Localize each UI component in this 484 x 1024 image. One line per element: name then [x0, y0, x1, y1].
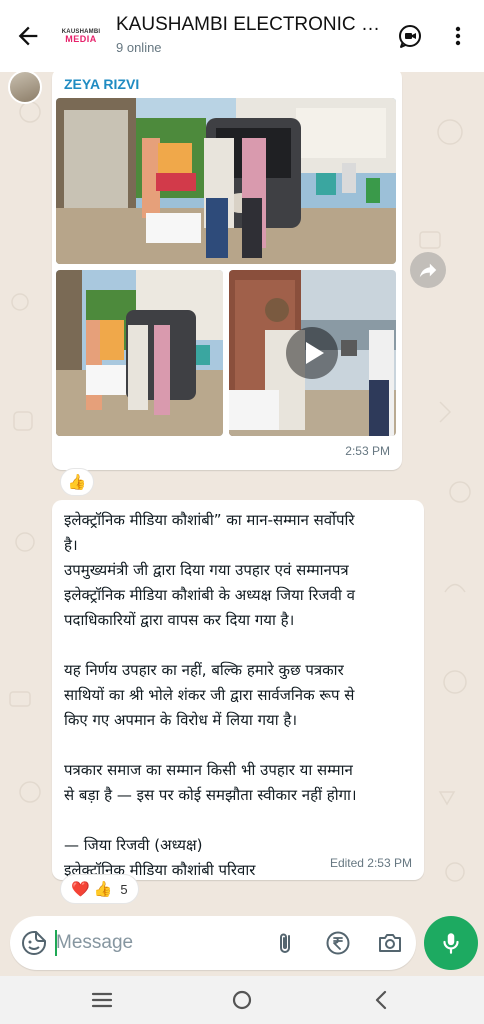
video-thumbnail[interactable]: [229, 270, 396, 436]
reaction-count: 5: [120, 881, 128, 897]
chat-area[interactable]: ZEYA RIZVI 2:53 PM 👍 इलेक्ट्रॉनिक मीडिया…: [0, 72, 484, 904]
thumbs-up-reaction: 👍: [93, 880, 113, 898]
sender-name[interactable]: ZEYA RIZVI: [64, 76, 139, 92]
attach-icon[interactable]: [272, 929, 300, 957]
nav-back-icon[interactable]: [368, 986, 396, 1014]
nav-home-icon[interactable]: [228, 986, 256, 1014]
photo-main[interactable]: [56, 98, 396, 264]
thumbs-up-reaction: 👍: [67, 473, 87, 491]
emoji-sticker-icon[interactable]: [20, 929, 48, 957]
forward-button[interactable]: [410, 252, 446, 288]
back-arrow-icon[interactable]: [14, 22, 42, 50]
message-edited-time: Edited 2:53 PM: [329, 856, 412, 870]
message-text: इलेक्ट्रॉनिक मीडिया कौशांबी” का मान-सम्म…: [64, 511, 357, 879]
system-nav-bar: [0, 976, 484, 1024]
nav-menu-icon[interactable]: [88, 986, 116, 1014]
reaction-badge[interactable]: 👍: [60, 468, 94, 496]
chat-title: KAUSHAMBI ELECTRONIC M...: [116, 14, 386, 35]
chat-title-area[interactable]: KAUSHAMBI ELECTRONIC M... 9 online: [116, 14, 386, 55]
message-input[interactable]: [56, 924, 256, 962]
heart-reaction: ❤️: [71, 880, 90, 898]
more-vert-icon[interactable]: [444, 22, 472, 50]
forward-icon: [419, 263, 437, 278]
message-composer: [10, 916, 416, 970]
video-call-icon[interactable]: [396, 22, 424, 50]
photo-left[interactable]: [56, 270, 223, 436]
rupee-icon[interactable]: [324, 929, 352, 957]
message-time: 2:53 PM: [345, 444, 390, 458]
group-avatar[interactable]: KAUSHAMBI MEDIA: [58, 24, 104, 48]
voice-message-button[interactable]: [424, 916, 478, 970]
online-count: 9 online: [116, 40, 162, 55]
image-message-bubble[interactable]: ZEYA RIZVI 2:53 PM: [52, 72, 402, 470]
reaction-summary[interactable]: ❤️ 👍 5: [60, 874, 139, 904]
mic-icon: [443, 933, 459, 954]
text-message-bubble[interactable]: इलेक्ट्रॉनिक मीडिया कौशांबी” का मान-सम्म…: [52, 500, 424, 880]
camera-icon[interactable]: [376, 929, 404, 957]
play-icon[interactable]: [286, 327, 338, 379]
group-logo-line2: MEDIA: [65, 33, 97, 44]
chat-header: KAUSHAMBI MEDIA KAUSHAMBI ELECTRONIC M..…: [0, 0, 484, 72]
